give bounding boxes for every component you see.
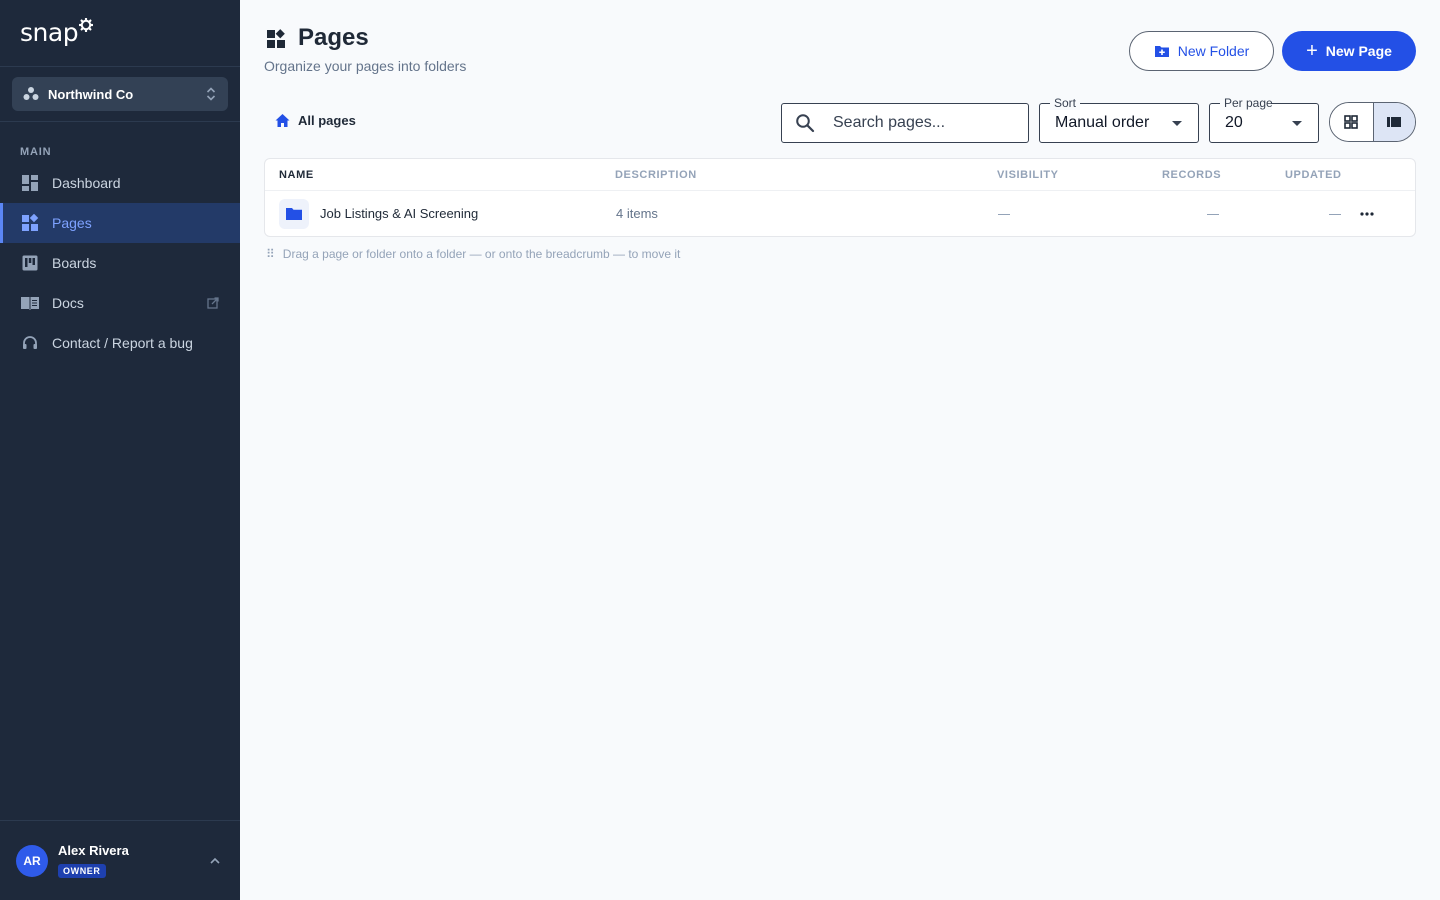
drag-hint-text: Drag a page or folder onto a folder — or… — [282, 247, 681, 261]
folder-icon — [286, 208, 302, 220]
pages-icon — [267, 29, 285, 48]
drag-handle-icon: ⠿ — [266, 247, 275, 261]
per-page-select[interactable]: Per page 20 — [1209, 96, 1319, 143]
plus-icon: + — [1306, 40, 1318, 62]
sidebar-item-label: Pages — [52, 215, 92, 231]
nav-section-label: MAIN — [20, 146, 52, 158]
home-icon — [275, 114, 290, 127]
user-name: Alex Rivera — [58, 843, 129, 858]
sidebar-item-boards[interactable]: Boards — [0, 243, 240, 283]
grid-view-icon — [1344, 115, 1359, 129]
table-divider — [265, 190, 1415, 191]
per-page-label: Per page — [1220, 96, 1272, 110]
table-row-updated — [1329, 214, 1341, 215]
org-switcher[interactable]: Northwind Co — [12, 77, 228, 111]
app-logo[interactable]: snap — [20, 16, 94, 52]
grid-view-button[interactable] — [1330, 103, 1373, 141]
search-input[interactable] — [833, 114, 1013, 132]
user-menu[interactable]: AR Alex Rivera OWNER — [0, 820, 240, 900]
pages-icon — [20, 213, 40, 233]
sidebar-item-contact[interactable]: Contact / Report a bug — [0, 323, 240, 363]
sidebar-divider — [0, 66, 240, 67]
folder-icon-box — [279, 199, 309, 229]
column-header-name[interactable]: NAME — [279, 169, 314, 181]
sort-select[interactable]: Sort Manual order — [1039, 96, 1199, 143]
column-header-records: RECORDS — [1162, 169, 1222, 181]
view-toggle — [1329, 102, 1416, 142]
sidebar-item-label: Docs — [52, 295, 84, 311]
breadcrumb-label: All pages — [298, 113, 356, 128]
docs-icon — [20, 293, 40, 313]
drag-hint: ⠿ Drag a page or folder onto a folder — … — [266, 247, 680, 261]
external-link-icon — [207, 297, 219, 309]
sidebar-item-docs[interactable]: Docs — [0, 283, 240, 323]
sidebar-item-pages[interactable]: Pages — [0, 203, 240, 243]
sort-label: Sort — [1050, 96, 1081, 110]
avatar: AR — [16, 845, 48, 877]
page-subtitle: Organize your pages into folders — [264, 58, 467, 74]
team-icon — [23, 87, 39, 100]
boards-icon — [20, 253, 40, 273]
breadcrumb-all-pages[interactable]: All pages — [275, 113, 356, 128]
column-header-visibility: VISIBILITY — [997, 169, 1059, 181]
folder-plus-icon — [1154, 46, 1169, 57]
role-badge: OWNER — [58, 864, 106, 878]
new-folder-button[interactable]: New Folder — [1129, 31, 1274, 71]
support-icon — [20, 333, 40, 353]
table-row-visibility — [998, 214, 1010, 215]
search-icon — [796, 114, 815, 133]
gear-icon — [79, 18, 94, 32]
row-more-button[interactable] — [1355, 204, 1379, 224]
more-horizontal-icon — [1360, 212, 1374, 216]
table-row-name[interactable]: Job Listings & AI Screening — [320, 206, 478, 221]
pages-table: NAME DESCRIPTION VISIBILITY RECORDS UPDA… — [264, 158, 1416, 237]
list-view-button[interactable] — [1372, 103, 1415, 141]
dropdown-caret-icon — [1172, 121, 1182, 126]
table-row-description: 4 items — [616, 206, 658, 221]
per-page-value: 20 — [1225, 114, 1243, 131]
dropdown-caret-icon — [1292, 121, 1302, 126]
sidebar-item-label: Contact / Report a bug — [52, 335, 193, 351]
new-page-button[interactable]: + New Page — [1282, 31, 1416, 71]
search-field[interactable] — [781, 103, 1029, 143]
chevron-up-icon[interactable] — [208, 854, 222, 868]
sidebar-item-label: Dashboard — [52, 175, 121, 191]
dashboard-icon — [20, 173, 40, 193]
new-page-label: New Page — [1325, 43, 1392, 59]
list-view-icon — [1387, 117, 1402, 127]
sidebar-divider — [0, 121, 240, 122]
sort-value: Manual order — [1055, 114, 1150, 131]
sidebar-item-dashboard[interactable]: Dashboard — [0, 163, 240, 203]
org-name: Northwind Co — [48, 86, 134, 102]
page-title: Pages — [298, 24, 369, 51]
unfold-icon — [206, 87, 216, 101]
column-header-updated: UPDATED — [1285, 169, 1342, 181]
table-row-records — [1207, 214, 1219, 215]
sidebar-item-label: Boards — [52, 255, 97, 271]
sidebar: snap Northwind Co MAIN Dashboard Pages B… — [0, 0, 240, 900]
logo-text: snap — [20, 18, 79, 47]
new-folder-label: New Folder — [1177, 43, 1250, 59]
column-header-description: DESCRIPTION — [615, 169, 697, 181]
